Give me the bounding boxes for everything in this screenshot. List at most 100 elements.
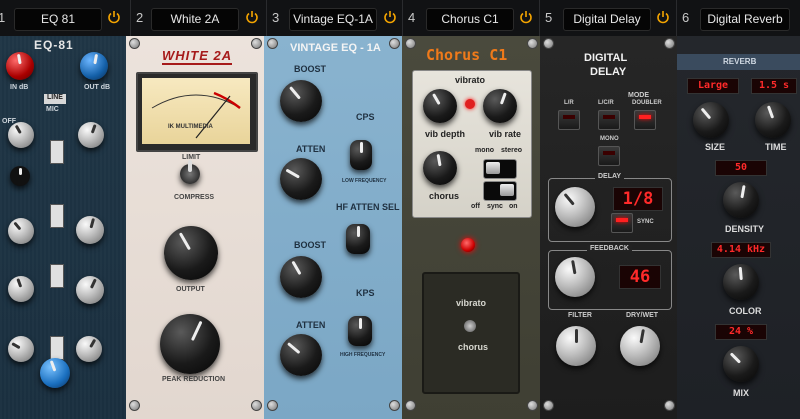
- atten-label: ATTEN: [296, 144, 326, 154]
- vibrato-led: [465, 99, 475, 109]
- feedback-knob[interactable]: [555, 257, 595, 297]
- slot-2-name[interactable]: White 2A: [151, 8, 239, 31]
- delay-time-knob[interactable]: [555, 187, 595, 227]
- screw: [267, 400, 278, 411]
- rack-slot-bar: 1 EQ 81 2 White 2A 3 Vintage EQ-1A 4 Cho…: [0, 0, 800, 37]
- low-freq-label: LOW FREQUENCY: [342, 178, 387, 184]
- low-gain-knob[interactable]: [8, 276, 34, 302]
- peak-reduction-label: PEAK REDUCTION: [162, 376, 226, 383]
- color-label: COLOR: [729, 306, 762, 316]
- high-mid-gain-knob[interactable]: [10, 166, 30, 186]
- low-frequency-selector[interactable]: [350, 140, 372, 170]
- chorus-module: Chorus C1 vibrato vib depth vib rate cho…: [402, 36, 540, 419]
- power-icon[interactable]: [519, 10, 533, 24]
- vu-scale-graphic: [151, 91, 241, 139]
- size-label: SIZE: [705, 142, 726, 152]
- mode-lcr-button[interactable]: [598, 110, 620, 130]
- high-shelf-switch[interactable]: [50, 140, 64, 164]
- slot-2[interactable]: 2 White 2A: [130, 0, 267, 36]
- low-atten-knob[interactable]: [280, 158, 322, 200]
- screw: [129, 38, 140, 49]
- mode-lr-button[interactable]: [558, 110, 580, 130]
- lpf-knob[interactable]: [76, 336, 102, 362]
- drive-knob[interactable]: [40, 358, 70, 388]
- input-gain-knob[interactable]: [6, 52, 34, 80]
- vib-depth-knob[interactable]: [423, 89, 457, 123]
- slot-4-name[interactable]: Chorus C1: [426, 8, 514, 31]
- size-display: Large: [687, 78, 739, 94]
- slot-4[interactable]: 4 Chorus C1: [402, 0, 540, 36]
- delay-sync-button[interactable]: [611, 213, 633, 233]
- high-frequency-selector[interactable]: [348, 316, 372, 346]
- mid-freq-knob[interactable]: [76, 216, 104, 244]
- vintage-eq-module: VINTAGE EQ - 1A BOOST ATTEN CPS LOW FREQ…: [264, 36, 402, 419]
- output-knob[interactable]: [164, 226, 218, 280]
- slot-5[interactable]: 5 Digital Delay: [539, 0, 677, 36]
- hf-atten-selector[interactable]: [346, 224, 370, 254]
- peak-reduction-knob[interactable]: [160, 314, 220, 374]
- time-knob[interactable]: [755, 102, 791, 138]
- mid-q-switch[interactable]: [50, 204, 64, 228]
- slot-number: 5: [545, 10, 553, 25]
- chorus-control-panel: vibrato vib depth vib rate chorus mono s…: [412, 70, 532, 218]
- slot-6-name[interactable]: Digital Reverb: [700, 8, 790, 31]
- on-label: on: [509, 203, 518, 210]
- vibrato-chorus-switch[interactable]: [464, 320, 476, 332]
- mode-doubler-button[interactable]: [634, 110, 656, 130]
- limit-compress-switch[interactable]: [180, 160, 200, 184]
- size-knob[interactable]: [693, 102, 729, 138]
- high-gain-knob[interactable]: [8, 122, 34, 148]
- high-boost-knob[interactable]: [280, 256, 322, 298]
- mono-label: MONO: [600, 136, 619, 142]
- screw: [543, 400, 554, 411]
- hf-atten-label: HF ATTEN SEL: [336, 202, 400, 212]
- power-icon[interactable]: [245, 10, 259, 24]
- reverb-header: REVERB: [677, 54, 800, 70]
- vintage-eq-title: VINTAGE EQ - 1A: [290, 42, 381, 54]
- slot-number: 1: [0, 10, 6, 25]
- slot-5-name[interactable]: Digital Delay: [563, 8, 651, 31]
- hpf-knob[interactable]: [8, 336, 34, 362]
- color-knob[interactable]: [723, 264, 759, 300]
- chorus-sync-toggle[interactable]: [483, 181, 517, 201]
- density-knob[interactable]: [723, 182, 759, 218]
- slot-6[interactable]: 6 Digital Reverb: [676, 0, 800, 36]
- mono-stereo-toggle[interactable]: [483, 159, 517, 179]
- screw: [664, 400, 675, 411]
- reverb-title: REVERB: [723, 57, 757, 66]
- power-icon[interactable]: [656, 10, 670, 24]
- feedback-display: 46: [619, 265, 661, 289]
- line-mic-switch[interactable]: LINE: [44, 94, 66, 104]
- screw: [527, 38, 538, 49]
- chorus-knob[interactable]: [423, 151, 457, 185]
- mode-label: MODE: [628, 92, 649, 99]
- low-boost-knob[interactable]: [280, 80, 322, 122]
- screw: [664, 38, 675, 49]
- slot-3[interactable]: 3 Vintage EQ-1A: [266, 0, 403, 36]
- high-atten-knob[interactable]: [280, 334, 322, 376]
- output-gain-knob[interactable]: [80, 52, 108, 80]
- feedback-label: FEEDBACK: [587, 245, 632, 252]
- filter-switch[interactable]: [50, 336, 64, 360]
- low-mid-gain-knob[interactable]: [8, 218, 34, 244]
- white2a-module: WHITE 2A IK MULTIMEDIA LIMIT COMPRESS OU…: [126, 36, 264, 419]
- footswitch-pad[interactable]: vibrato chorus: [422, 272, 520, 394]
- doubler-label: DOUBLER: [632, 100, 662, 106]
- off-label: off: [471, 203, 480, 210]
- slot-3-name[interactable]: Vintage EQ-1A: [289, 8, 377, 31]
- high-freq-knob[interactable]: [78, 122, 104, 148]
- power-icon[interactable]: [383, 10, 397, 24]
- mono-button[interactable]: [598, 146, 620, 166]
- low-shelf-switch[interactable]: [50, 264, 64, 288]
- pedal-vibrato-label: vibrato: [456, 298, 487, 308]
- drywet-knob[interactable]: [620, 326, 660, 366]
- feedback-section: FEEDBACK 46: [548, 245, 672, 310]
- mix-knob[interactable]: [723, 346, 759, 382]
- slot-1-name[interactable]: EQ 81: [14, 8, 102, 31]
- filter-knob[interactable]: [556, 326, 596, 366]
- power-icon[interactable]: [107, 10, 121, 24]
- low-freq-knob[interactable]: [76, 276, 104, 304]
- chorus-title: Chorus C1: [426, 46, 508, 64]
- slot-1[interactable]: 1 EQ 81: [0, 0, 131, 36]
- vib-rate-knob[interactable]: [483, 89, 517, 123]
